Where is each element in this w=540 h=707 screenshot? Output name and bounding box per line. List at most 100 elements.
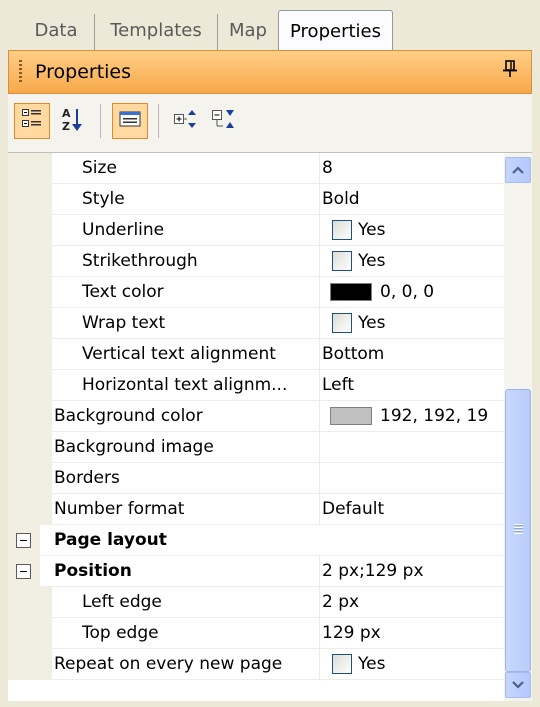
property-value[interactable]: 8 (322, 153, 504, 183)
collapse-icon[interactable] (16, 533, 31, 548)
grid-indent (40, 432, 52, 463)
column-divider (319, 401, 320, 432)
grid-indent (40, 618, 52, 649)
grid-gutter (8, 432, 40, 463)
property-row-vertical-alignment[interactable]: Vertical text alignment Bottom (8, 339, 504, 370)
scroll-down-icon[interactable] (505, 672, 531, 698)
collapse-all-button[interactable] (206, 103, 242, 139)
property-row-top-edge[interactable]: Top edge 129 px (8, 618, 504, 649)
categorized-button[interactable] (14, 103, 50, 139)
property-value[interactable]: 2 px;129 px (322, 556, 504, 586)
tab-bar: Data Templates Map Properties (8, 8, 532, 51)
expand-all-button[interactable] (168, 103, 204, 139)
tab-map[interactable]: Map (218, 14, 278, 50)
property-name: Vertical text alignment (82, 344, 276, 364)
property-value[interactable]: Yes (322, 215, 504, 245)
property-value[interactable]: Yes (322, 308, 504, 338)
property-row-text-color[interactable]: Text color 0, 0, 0 (8, 277, 504, 308)
grid-gutter (8, 184, 40, 215)
strikethrough-checkbox[interactable] (332, 251, 352, 271)
grid-gutter (8, 246, 40, 277)
property-name: Top edge (82, 623, 159, 643)
value-text: Bottom (322, 344, 385, 364)
property-value[interactable]: Bold (322, 184, 504, 214)
grid-gutter (8, 618, 40, 649)
property-value[interactable]: Yes (322, 246, 504, 276)
categorized-icon (22, 108, 42, 135)
grid-gutter (8, 587, 40, 618)
drag-grip-icon[interactable] (19, 60, 22, 84)
thumb-grip-icon (514, 524, 523, 534)
property-row-size[interactable]: Size 8 (8, 153, 504, 184)
property-row-borders[interactable]: Borders (8, 463, 504, 494)
property-row-background-color[interactable]: Background color 192, 192, 19 (8, 401, 504, 432)
property-row-wrap-text[interactable]: Wrap text Yes (8, 308, 504, 339)
grid-gutter (8, 370, 40, 401)
panel-title: Properties (35, 61, 132, 83)
property-row-strikethrough[interactable]: Strikethrough Yes (8, 246, 504, 277)
column-divider (319, 618, 320, 649)
grid-indent (40, 153, 52, 184)
property-row-number-format[interactable]: Number format Default (8, 494, 504, 525)
expand-all-icon (173, 108, 199, 135)
alphabetical-button[interactable]: A Z (54, 103, 90, 139)
property-row-repeat-on-every-new-page[interactable]: Repeat on every new page Yes (8, 649, 504, 680)
scroll-up-icon[interactable] (505, 157, 531, 183)
vertical-scrollbar[interactable] (504, 153, 532, 701)
grid-gutter (8, 215, 40, 246)
grid-gutter (8, 339, 40, 370)
grid-indent (40, 463, 52, 494)
property-value[interactable]: Bottom (322, 339, 504, 369)
repeat-checkbox[interactable] (332, 654, 352, 674)
property-value[interactable]: 129 px (322, 618, 504, 648)
grid-indent (40, 494, 52, 525)
value-text: 0, 0, 0 (380, 282, 435, 302)
tab-data[interactable]: Data (18, 14, 95, 50)
property-name: Left edge (82, 592, 162, 612)
property-value[interactable]: Left (322, 370, 504, 400)
grid-indent (40, 184, 52, 215)
property-value[interactable]: 192, 192, 19 (322, 401, 504, 431)
grid-indent (40, 246, 52, 277)
grid-gutter (8, 649, 40, 680)
color-swatch (330, 283, 372, 301)
underline-checkbox[interactable] (332, 220, 352, 240)
grid-indent (40, 587, 52, 618)
property-row-style[interactable]: Style Bold (8, 184, 504, 215)
toolbar: A Z (8, 94, 532, 153)
category-row-position[interactable]: Position 2 px;129 px (8, 556, 504, 587)
tab-properties[interactable]: Properties (278, 10, 393, 51)
property-value[interactable]: Yes (322, 649, 504, 679)
property-value[interactable]: Default (322, 494, 504, 524)
property-value[interactable]: 0, 0, 0 (322, 277, 504, 307)
pin-icon[interactable] (499, 60, 521, 84)
property-row-left-edge[interactable]: Left edge 2 px (8, 587, 504, 618)
grid-gutter (8, 525, 40, 556)
column-divider (319, 587, 320, 618)
column-divider (319, 277, 320, 308)
grid-indent (40, 308, 52, 339)
property-row-background-image[interactable]: Background image (8, 432, 504, 463)
category-row-page-layout[interactable]: Page layout (8, 525, 504, 556)
value-text: 2 px (322, 592, 360, 612)
scroll-thumb[interactable] (505, 389, 531, 672)
wrap-text-checkbox[interactable] (332, 313, 352, 333)
property-pages-button[interactable] (112, 103, 148, 139)
value-text: Bold (322, 189, 360, 209)
property-value[interactable]: 2 px (322, 587, 504, 617)
value-text: Yes (358, 313, 386, 333)
property-row-underline[interactable]: Underline Yes (8, 215, 504, 246)
grid-gutter (8, 153, 40, 184)
grid-gutter (8, 494, 40, 525)
column-divider (319, 370, 320, 401)
property-grid: Size 8 Style Bold Underline Yes Striketh… (8, 153, 504, 701)
property-row-horizontal-alignment[interactable]: Horizontal text alignm... Left (8, 370, 504, 401)
tab-templates[interactable]: Templates (95, 14, 218, 50)
color-swatch (330, 407, 372, 425)
value-text: Left (322, 375, 354, 395)
toolbar-divider (158, 104, 159, 138)
column-divider (319, 153, 320, 184)
property-name: Horizontal text alignm... (82, 375, 288, 395)
collapse-icon[interactable] (16, 564, 31, 579)
value-text: Default (322, 499, 385, 519)
